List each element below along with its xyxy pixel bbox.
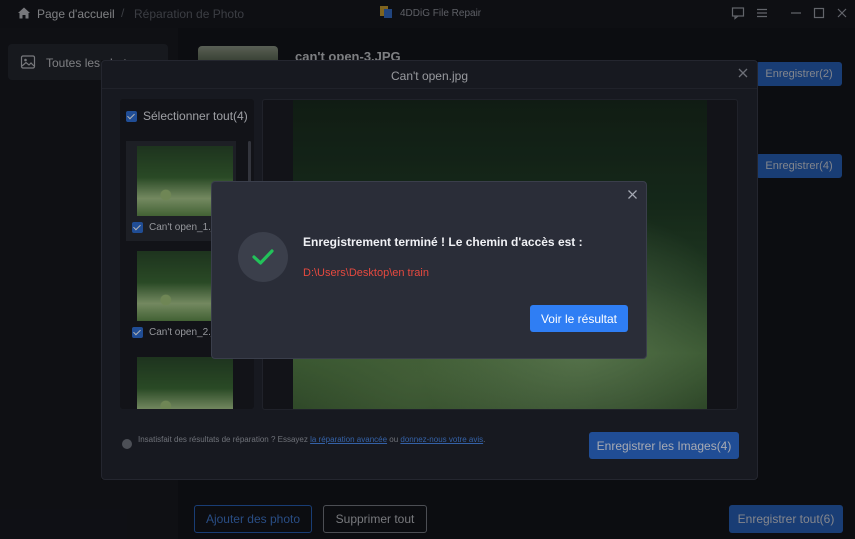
close-icon[interactable] bbox=[627, 189, 638, 200]
view-result-button[interactable]: Voir le résultat bbox=[530, 305, 628, 332]
dialog-title: Enregistrement terminé ! Le chemin d'acc… bbox=[303, 235, 583, 249]
save-complete-dialog: Enregistrement terminé ! Le chemin d'acc… bbox=[211, 181, 647, 359]
save-path[interactable]: D:\Users\Desktop\en train bbox=[303, 267, 429, 279]
success-check-icon bbox=[238, 232, 288, 282]
